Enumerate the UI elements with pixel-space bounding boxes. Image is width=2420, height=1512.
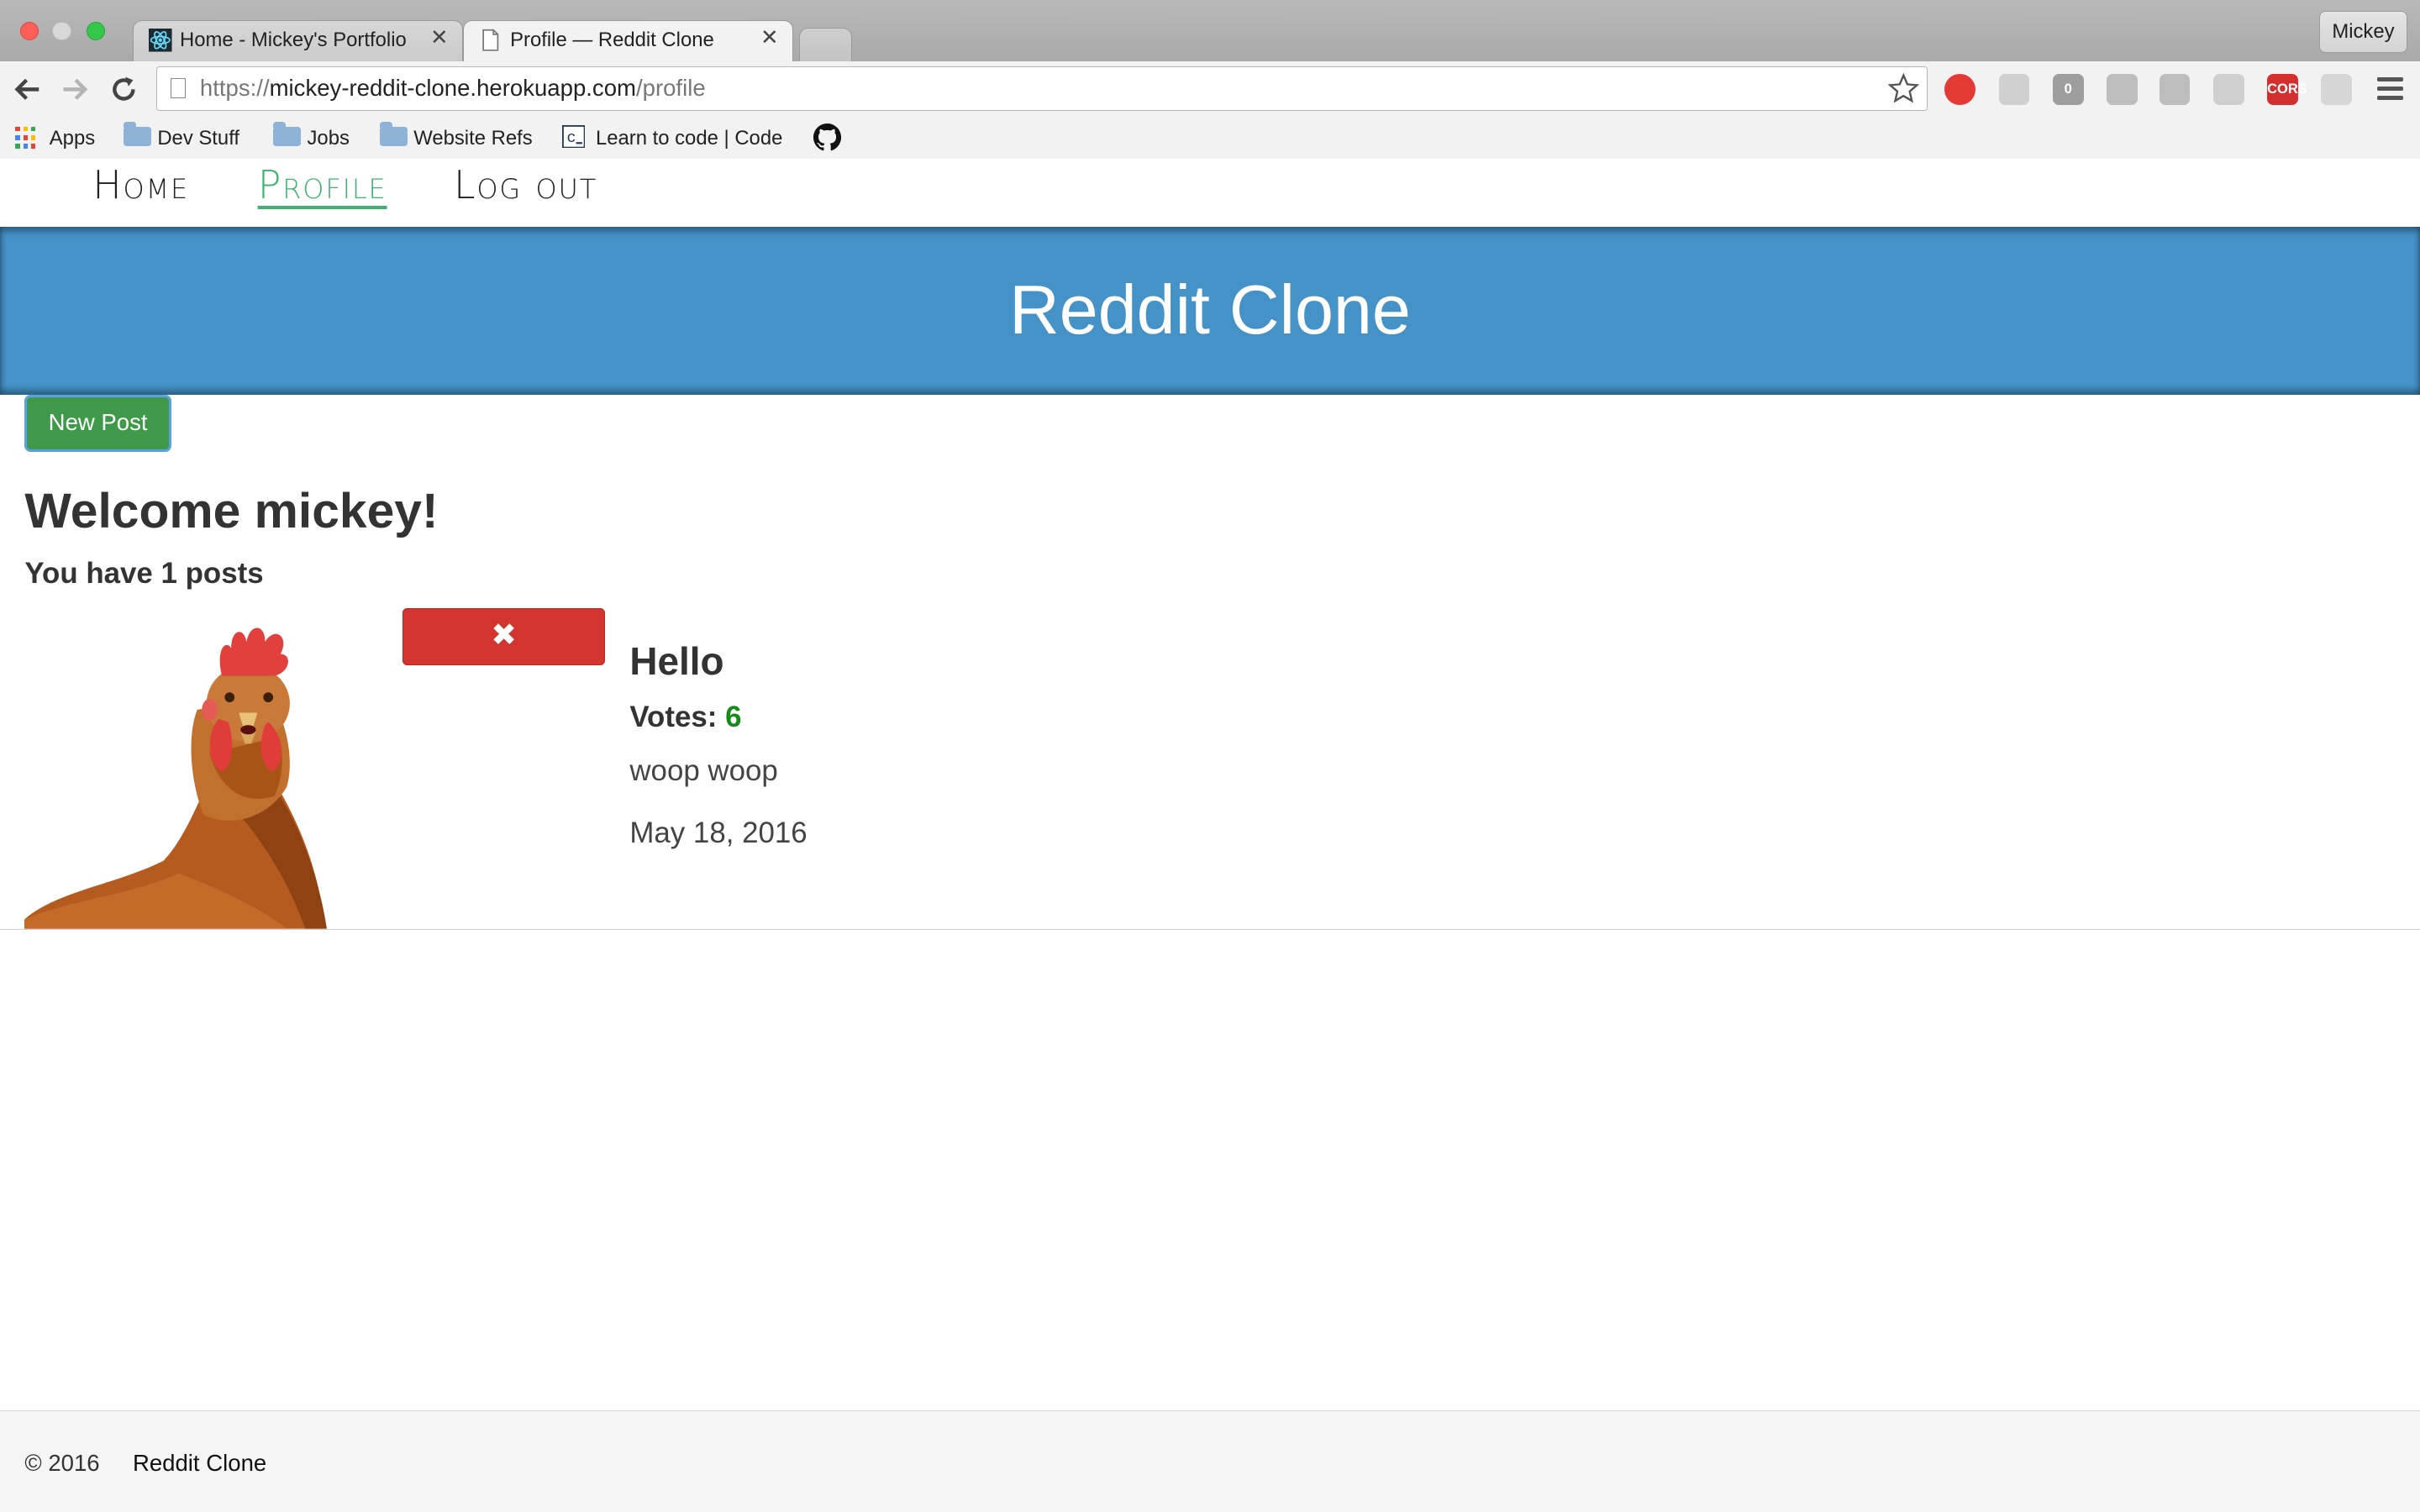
page-title: Reddit Clone bbox=[1009, 270, 1411, 349]
footer-copyright: © 2016 bbox=[24, 1449, 100, 1476]
close-x-icon: ✖ bbox=[491, 617, 518, 652]
page-icon bbox=[482, 29, 499, 51]
post-count: You have 1 posts bbox=[24, 557, 264, 591]
tab-title: Profile — Reddit Clone bbox=[510, 29, 714, 52]
svg-text:c: c bbox=[566, 129, 576, 147]
close-window-button[interactable] bbox=[19, 21, 39, 40]
post-divider bbox=[0, 928, 2420, 930]
cors-icon[interactable]: CORS bbox=[2267, 74, 2307, 105]
folder-icon bbox=[379, 122, 408, 147]
folder-icon bbox=[123, 122, 151, 147]
new-post-button[interactable]: New Post bbox=[24, 395, 171, 453]
browser-window: Home - Mickey's Portfolio ✕ Profile — Re… bbox=[0, 0, 2420, 1512]
github-icon[interactable] bbox=[813, 123, 841, 151]
page-icon bbox=[171, 77, 187, 98]
adblock-icon[interactable] bbox=[1944, 74, 1975, 105]
browser-toolbar: https://mickey-reddit-clone.herokuapp.co… bbox=[0, 61, 2420, 118]
post-title[interactable]: Hello bbox=[629, 638, 723, 684]
tab-close-icon[interactable]: ✕ bbox=[430, 25, 449, 50]
url-text: https://mickey-reddit-clone.herokuapp.co… bbox=[199, 75, 706, 102]
feather-icon[interactable] bbox=[2212, 74, 2244, 105]
browser-profile-button[interactable]: Mickey bbox=[2318, 10, 2408, 53]
back-arrow-icon[interactable] bbox=[13, 74, 44, 105]
post-date: May 18, 2016 bbox=[629, 816, 808, 849]
hamburger-menu-icon[interactable] bbox=[2376, 76, 2403, 102]
bookmark-codecademy[interactable]: c Learn to code | Code bbox=[561, 123, 791, 151]
vote-count: 6 bbox=[725, 700, 742, 733]
bookmark-label: Jobs bbox=[307, 126, 350, 150]
chicken-photo bbox=[24, 627, 328, 929]
bookmark-label: Website Refs bbox=[413, 126, 533, 150]
address-bar[interactable]: https://mickey-reddit-clone.herokuapp.co… bbox=[155, 66, 1928, 112]
minimize-window-button[interactable] bbox=[52, 21, 71, 40]
wappalyzer-icon[interactable] bbox=[2159, 74, 2191, 105]
reload-icon[interactable] bbox=[108, 74, 139, 105]
post-image-chicken bbox=[24, 614, 351, 929]
bookmark-label: Dev Stuff bbox=[157, 126, 240, 150]
nav-link-profile[interactable]: Profile bbox=[258, 159, 387, 211]
new-tab-button[interactable] bbox=[799, 28, 852, 62]
zero-ext-icon[interactable]: 0 bbox=[2052, 74, 2084, 105]
zoom-window-button[interactable] bbox=[86, 21, 106, 40]
apps-grid-icon bbox=[15, 126, 39, 150]
tab-title: Home - Mickey's Portfolio bbox=[180, 29, 407, 52]
bookmark-label: Apps bbox=[49, 126, 96, 150]
tab-home-portfolio[interactable]: Home - Mickey's Portfolio ✕ bbox=[132, 19, 463, 62]
bookmark-star-icon[interactable] bbox=[1888, 73, 1919, 104]
tab-close-icon[interactable]: ✕ bbox=[760, 25, 779, 50]
votes-label: Votes: bbox=[629, 700, 718, 733]
tab-profile-reddit-clone[interactable]: Profile — Reddit Clone ✕ bbox=[463, 19, 794, 62]
welcome-heading: Welcome mickey! bbox=[24, 483, 439, 538]
codecademy-icon: c bbox=[561, 124, 586, 149]
delete-post-button[interactable]: ✖ bbox=[402, 607, 605, 665]
footer-site-name: Reddit Clone bbox=[132, 1449, 267, 1476]
site-footer: © 2016 Reddit Clone bbox=[0, 1410, 2420, 1512]
title-bar: Home - Mickey's Portfolio ✕ Profile — Re… bbox=[0, 0, 2420, 62]
ghostery-icon[interactable] bbox=[1998, 74, 2030, 105]
nav-link-log-out[interactable]: Log out bbox=[454, 159, 597, 211]
bookmarks-bar: Apps Dev Stuff Jobs Website Refs c Learn… bbox=[0, 117, 2420, 160]
post-body: woop woop bbox=[629, 754, 778, 788]
site-nav: Home Profile Log out bbox=[0, 159, 2420, 227]
gray-ext-icon[interactable] bbox=[2321, 74, 2353, 105]
forward-arrow-icon[interactable] bbox=[59, 74, 90, 105]
post-votes: Votes: 6 bbox=[629, 701, 741, 734]
bookmark-label: Learn to code | Code bbox=[595, 126, 783, 150]
site-banner: Reddit Clone bbox=[0, 226, 2420, 396]
react-devtools-icon[interactable] bbox=[2107, 74, 2138, 105]
react-atom-icon bbox=[149, 29, 172, 52]
folder-icon bbox=[273, 122, 302, 147]
nav-link-home[interactable]: Home bbox=[92, 159, 189, 211]
